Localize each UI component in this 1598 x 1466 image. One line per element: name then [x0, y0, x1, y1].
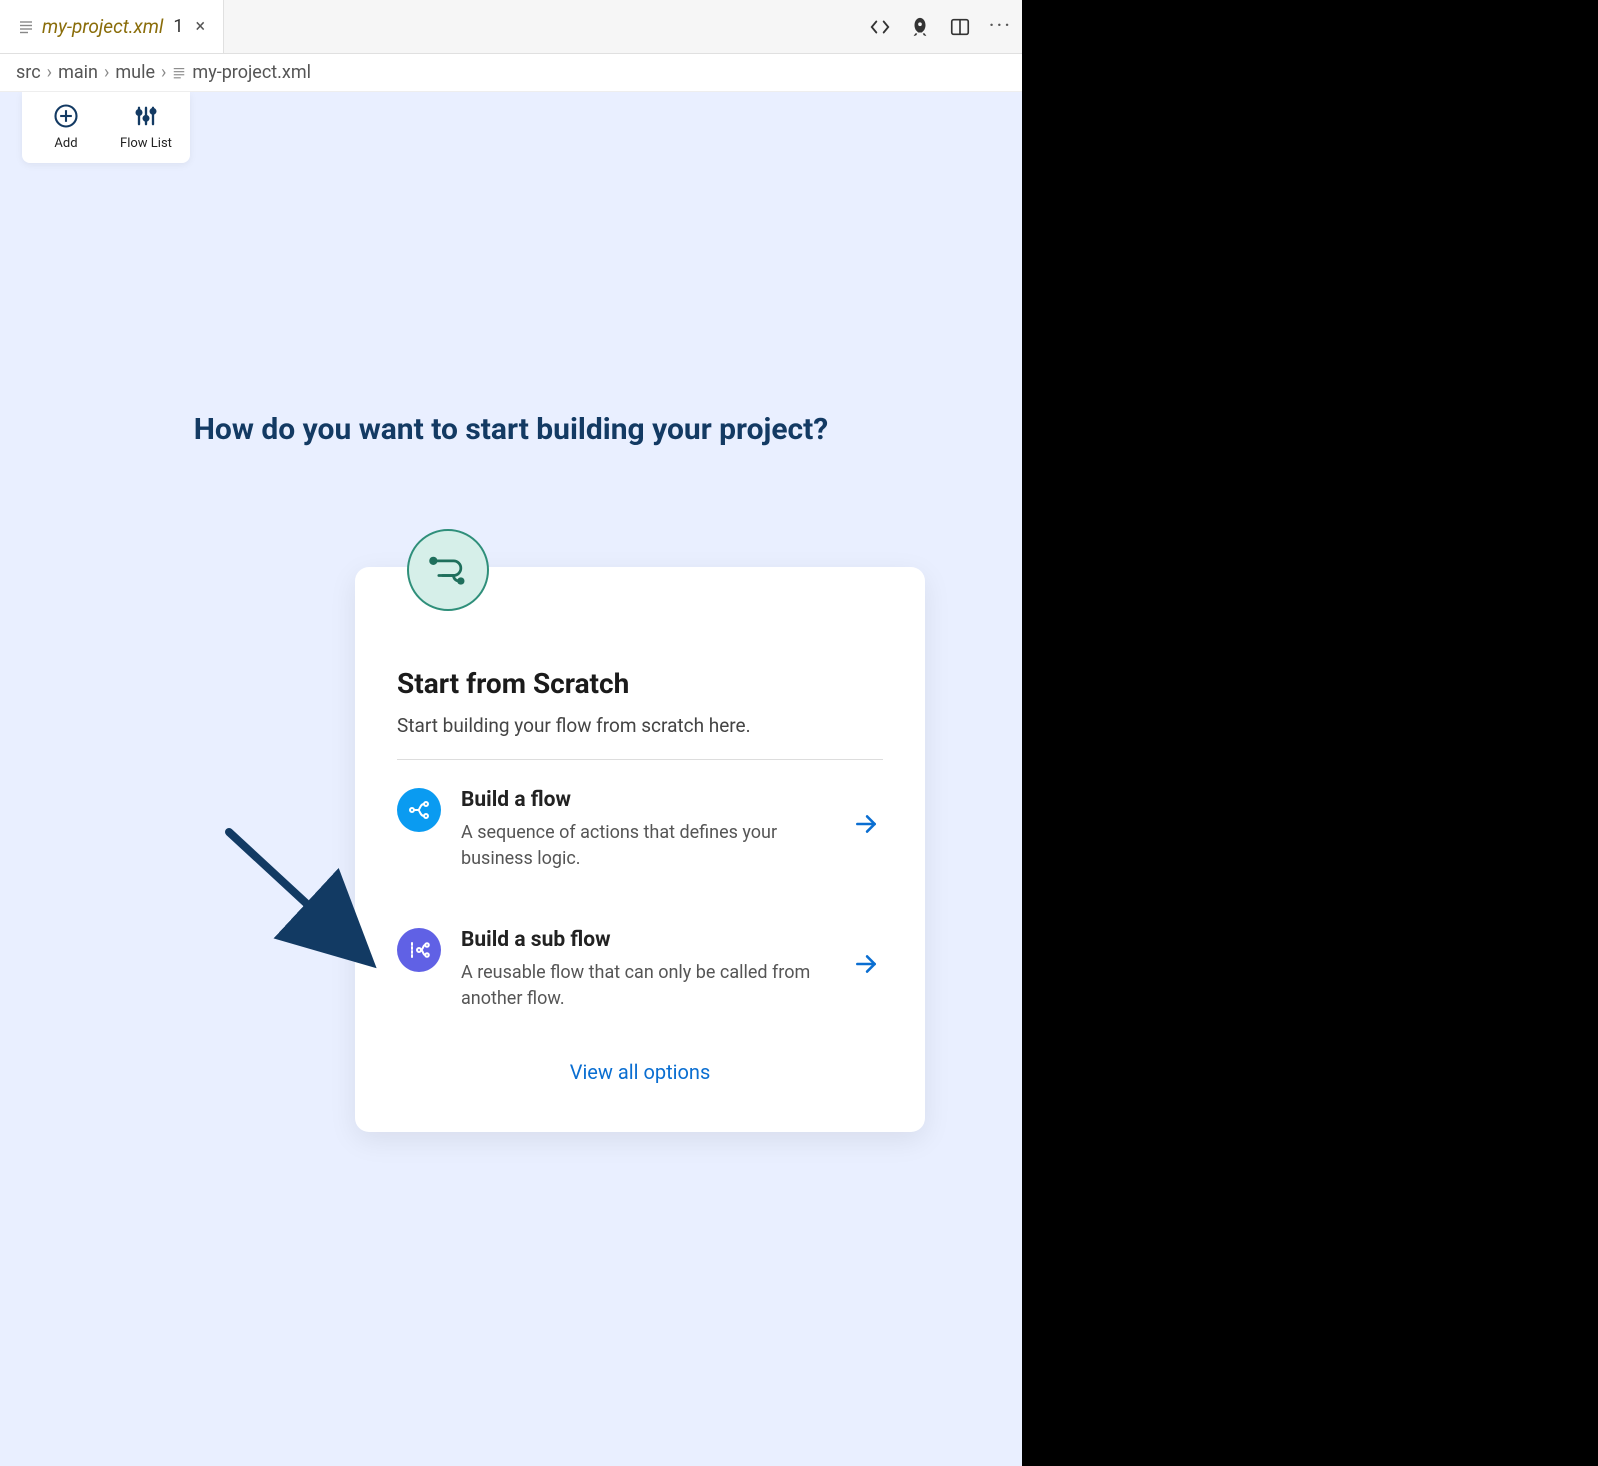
flow-list-button-label: Flow List: [120, 136, 172, 151]
add-button-label: Add: [54, 136, 77, 151]
chevron-right-icon: ›: [47, 62, 52, 83]
card-subtitle: Start building your flow from scratch he…: [397, 714, 883, 760]
chevron-right-icon: ›: [104, 62, 109, 83]
option-description: A sequence of actions that defines your …: [461, 820, 833, 872]
more-actions-icon[interactable]: ···: [989, 14, 1012, 39]
breadcrumb-segment[interactable]: src: [16, 62, 41, 83]
flow-list-button[interactable]: Flow List: [116, 102, 176, 151]
breadcrumb: src › main › mule › my-project.xml: [0, 54, 1022, 92]
breadcrumb-segment[interactable]: mule: [115, 62, 155, 83]
tabbar-actions: ···: [869, 0, 1012, 53]
tab-close-button[interactable]: ×: [192, 14, 210, 39]
arrow-right-icon: [853, 811, 879, 841]
option-title: Build a sub flow: [461, 928, 833, 952]
flow-icon: [397, 788, 441, 832]
file-icon: [172, 66, 186, 80]
option-build-subflow[interactable]: Build a sub flow A reusable flow that ca…: [397, 900, 883, 1020]
page-headline: How do you want to start building your p…: [0, 412, 1022, 447]
card-title: Start from Scratch: [397, 667, 883, 700]
view-all-options-link[interactable]: View all options: [397, 1060, 883, 1084]
tab-dirty-indicator: 1: [173, 16, 183, 37]
flow-canvas: Add Flow List How do you want to start b…: [0, 92, 1022, 1466]
breadcrumb-file[interactable]: my-project.xml: [192, 62, 311, 83]
tab-bar: my-project.xml 1 × ···: [0, 0, 1022, 54]
chevron-right-icon: ›: [161, 62, 166, 83]
option-build-flow[interactable]: Build a flow A sequence of actions that …: [397, 760, 883, 880]
breadcrumb-segment[interactable]: main: [58, 62, 98, 83]
add-button[interactable]: Add: [36, 102, 96, 151]
flow-path-icon: [407, 529, 489, 611]
canvas-toolbox: Add Flow List: [22, 92, 190, 163]
file-icon: [18, 19, 34, 35]
subflow-icon: [397, 928, 441, 972]
option-description: A reusable flow that can only be called …: [461, 960, 833, 1012]
option-title: Build a flow: [461, 788, 833, 812]
editor-tab[interactable]: my-project.xml 1 ×: [0, 0, 224, 53]
tab-filename: my-project.xml: [42, 15, 163, 38]
editor-window: my-project.xml 1 × ··· src › main › mule…: [0, 0, 1022, 1466]
split-editor-icon[interactable]: [949, 16, 971, 38]
start-card: Start from Scratch Start building your f…: [355, 567, 925, 1132]
toggle-code-icon[interactable]: [869, 16, 891, 38]
rocket-icon[interactable]: [909, 16, 931, 38]
arrow-right-icon: [853, 951, 879, 981]
